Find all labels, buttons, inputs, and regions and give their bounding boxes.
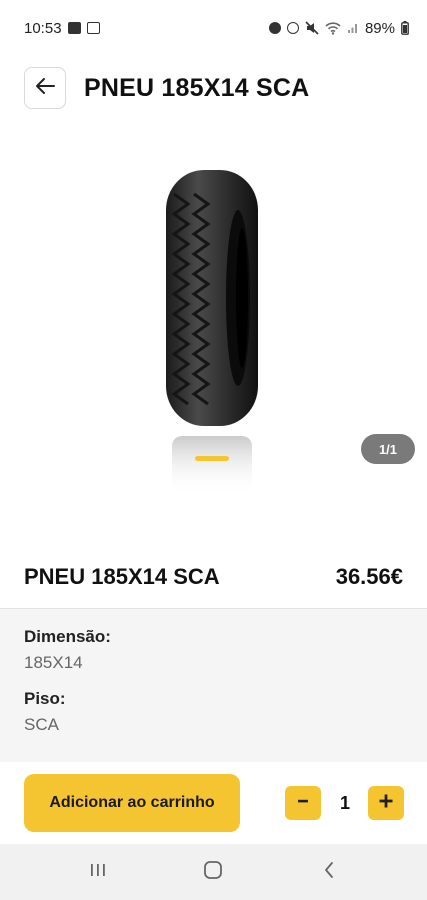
quantity-value: 1 [339,792,350,813]
chevron-left-icon [323,861,335,884]
quantity-increase-button[interactable] [368,786,404,820]
battery-icon [401,21,409,35]
mail-notification-icon [67,22,81,34]
app-header: PNEU 185X14 SCA [0,56,427,120]
product-specs: Dimensão: 185X14 Piso: SCA [0,608,427,762]
recent-apps-icon [89,862,107,883]
product-name: PNEU 185X14 SCA [24,564,220,589]
system-nav-bar [0,844,427,900]
spec-tread: Piso: SCA [24,689,403,735]
back-button[interactable] [24,67,66,109]
spec-value: SCA [24,715,59,734]
wifi-icon [325,21,341,35]
spec-dimension: Dimensão: 185X14 [24,627,403,673]
add-to-cart-button[interactable]: Adicionar ao carrinho [24,774,240,832]
arrow-left-icon [35,77,55,100]
battery-percentage: 89% [364,19,395,37]
signal-icon [347,22,359,34]
quantity-decrease-button[interactable] [285,786,321,820]
mute-icon [305,21,319,35]
home-icon [203,860,223,885]
page-title: PNEU 185X14 SCA [84,73,310,102]
product-summary: PNEU 185X14 SCA 36.56€ [0,546,427,608]
alarm-icon [286,22,299,34]
back-nav-button[interactable] [309,852,349,892]
spec-value: 185X14 [24,653,83,672]
plus-icon [378,793,394,814]
gallery-counter: 1/1 [361,434,415,464]
status-time: 10:53 [24,19,62,37]
minus-icon [296,794,310,813]
spec-label: Dimensão: [24,627,111,646]
status-bar: 10:53 89% [0,0,427,56]
recent-apps-button[interactable] [78,852,118,892]
home-button[interactable] [193,852,233,892]
status-right: 89% [268,19,409,37]
product-price: 36.56€ [335,564,403,589]
data-saver-icon [268,22,281,34]
action-bar: Adicionar ao carrinho 1 [0,762,427,844]
product-gallery[interactable]: 1/1 [0,128,427,528]
status-left: 10:53 [24,20,100,37]
gallery-page-indicator [195,456,229,461]
spec-label: Piso: [24,689,66,708]
image-notification-icon [86,22,100,34]
tire-image [166,170,258,496]
